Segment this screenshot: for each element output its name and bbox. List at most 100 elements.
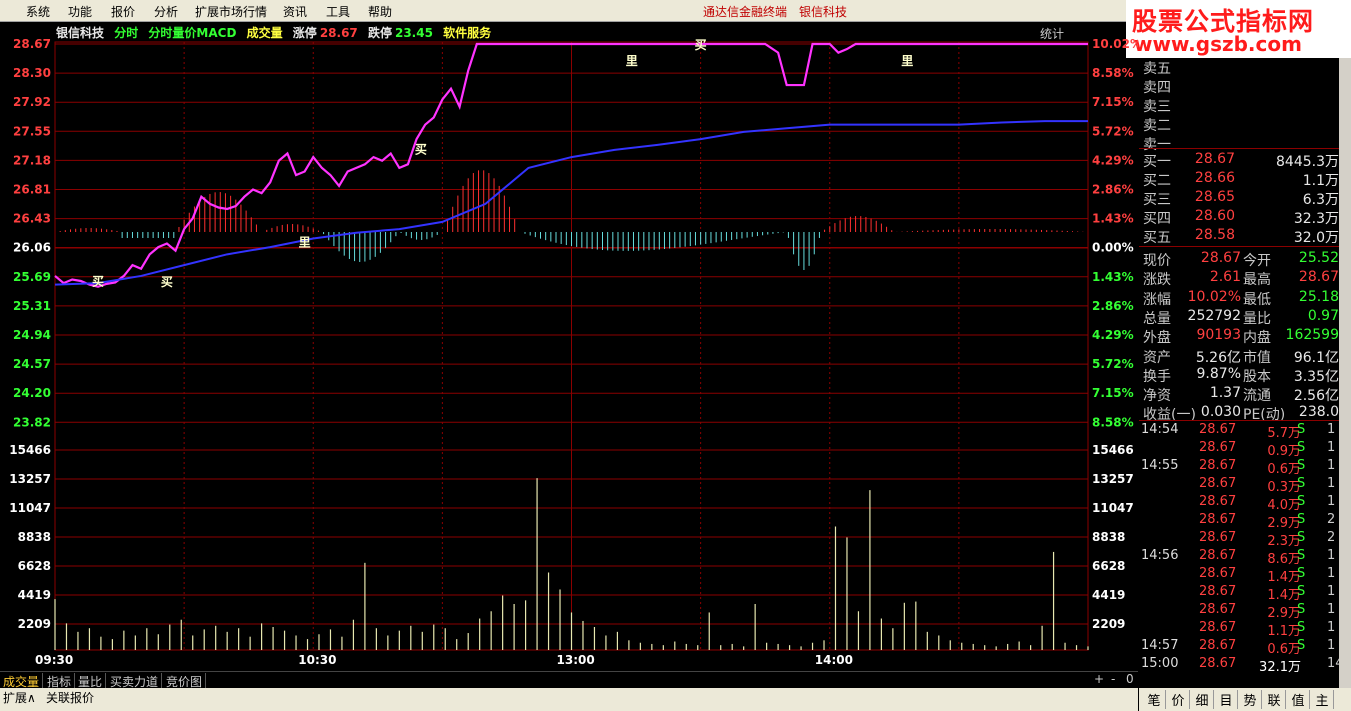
tab-volume[interactable]: 成交量 xyxy=(247,26,283,40)
brand-watermark: 股票公式指标网 www.gszb.com xyxy=(1126,0,1351,58)
related-quote[interactable]: 关联报价 xyxy=(46,689,94,706)
tick-price: 28.67 xyxy=(1199,656,1237,671)
tick-volume: 4.0万 xyxy=(1267,498,1301,513)
tab-price-vol-macd[interactable]: 分时量价MACD xyxy=(148,26,236,40)
side-tab-1[interactable]: 价 xyxy=(1167,690,1190,709)
stat-label: 最低 xyxy=(1243,291,1271,308)
stat-value: 25.18 xyxy=(1298,288,1339,305)
zoom-out-button[interactable]: - xyxy=(1111,672,1115,686)
stat-label: 今开 xyxy=(1243,253,1271,269)
menu-function[interactable]: 功能 xyxy=(68,3,92,20)
tick-row: 28.67 0.3万 S 1 xyxy=(1139,476,1336,495)
zoom-reset-button[interactable]: 0 xyxy=(1126,672,1134,686)
signal-marker: 里 xyxy=(626,53,638,68)
menu-quote[interactable]: 报价 xyxy=(111,3,135,20)
stat-label: 市值 xyxy=(1243,349,1271,366)
stat-value: 2.56亿 xyxy=(1293,388,1339,405)
menu-ext-market[interactable]: 扩展市场行情 xyxy=(195,3,267,20)
pct-axis-label: 5.72% xyxy=(1092,357,1134,371)
menu-tools[interactable]: 工具 xyxy=(326,3,350,20)
buy-level-1[interactable]: 买一 28.67 8445.3万 xyxy=(1143,151,1339,170)
stat-label: 量比 xyxy=(1243,310,1271,327)
tick-side: S xyxy=(1297,440,1306,455)
intraday-chart[interactable]: 28.67 10.02% 28.30 8.58% 27.92 7.15% 27.55 5.72… xyxy=(0,22,1138,670)
extend-toggle[interactable]: 扩展∧ xyxy=(3,689,36,706)
side-tab-7[interactable]: 主 xyxy=(1311,690,1334,709)
sell-level-3[interactable]: 卖三 xyxy=(1143,96,1339,115)
price-axis-label: 28.30 xyxy=(13,66,51,80)
tick-side: S xyxy=(1297,620,1306,635)
side-tab-4[interactable]: 势 xyxy=(1239,690,1262,709)
sell-level-4[interactable]: 卖四 xyxy=(1143,77,1339,96)
stat-row: 总量 252792 量比 0.97 xyxy=(1143,308,1339,327)
tick-price: 28.67 xyxy=(1199,602,1237,617)
right-toolbar[interactable] xyxy=(1339,58,1351,688)
price-axis-label: 27.55 xyxy=(13,124,51,138)
buy-level-4[interactable]: 买四 28.60 32.3万 xyxy=(1143,208,1339,227)
buy-level-3[interactable]: 买三 28.65 6.3万 xyxy=(1143,189,1339,208)
tick-row: 28.67 2.3万 S 2 xyxy=(1139,530,1336,549)
limit-down-label: 跌停 xyxy=(367,26,392,40)
side-tab-5[interactable]: 联 xyxy=(1263,690,1286,709)
side-tab-3[interactable]: 目 xyxy=(1215,690,1238,709)
price-axis-label: 24.94 xyxy=(13,328,51,342)
tick-volume: 1.4万 xyxy=(1267,588,1301,603)
stat-label: 现价 xyxy=(1143,253,1171,269)
tick-volume: 0.9万 xyxy=(1267,444,1301,459)
menu-system[interactable]: 系统 xyxy=(26,3,50,20)
menu-news[interactable]: 资讯 xyxy=(283,3,307,20)
menu-help[interactable]: 帮助 xyxy=(368,3,392,20)
tick-row: 28.67 4.0万 S 1 xyxy=(1139,494,1335,513)
divider xyxy=(1139,420,1339,421)
buy-volume: 32.3万 xyxy=(1293,211,1339,227)
tick-time: 15:00 xyxy=(1141,656,1179,671)
sell-level-1[interactable]: 卖一 xyxy=(1143,134,1339,153)
volume-axis-label-right: 2209 xyxy=(1092,617,1125,631)
tick-time: 14:56 xyxy=(1141,548,1179,563)
tick-count: 1 xyxy=(1327,476,1336,491)
tick-time: 14:55 xyxy=(1141,458,1179,473)
price-axis-label: 25.31 xyxy=(13,299,51,313)
stat-value: 0.030 xyxy=(1200,404,1241,421)
stat-value: 10.02% xyxy=(1187,288,1241,305)
stat-button[interactable]: 统计 xyxy=(1040,25,1064,42)
tick-price: 28.67 xyxy=(1199,494,1237,509)
tick-side: S xyxy=(1297,548,1306,563)
tick-count: 2 xyxy=(1327,512,1336,527)
side-tab-2[interactable]: 细 xyxy=(1191,690,1214,709)
side-tab-6[interactable]: 值 xyxy=(1287,690,1310,709)
tab-intraday[interactable]: 分时 xyxy=(114,26,138,40)
zoom-in-button[interactable]: + xyxy=(1094,672,1104,686)
price-axis-label: 26.81 xyxy=(13,183,51,197)
tick-volume: 0.3万 xyxy=(1267,480,1301,495)
pct-axis-label: 5.72% xyxy=(1092,124,1134,138)
stat-value: 9.87% xyxy=(1196,365,1241,382)
buy-level-2[interactable]: 买二 28.66 1.1万 xyxy=(1143,170,1339,189)
sell-level-2[interactable]: 卖二 xyxy=(1143,115,1339,134)
tick-time: 14:57 xyxy=(1141,638,1179,653)
buy-level-5[interactable]: 买五 28.58 32.0万 xyxy=(1143,227,1339,246)
tick-count: 1 xyxy=(1327,620,1336,635)
tick-price: 28.67 xyxy=(1199,476,1237,491)
volume-axis-label: 13257 xyxy=(9,472,51,486)
tick-row: 15:00 28.67 32.1万 14 xyxy=(1139,656,1344,675)
volume-axis-label: 8838 xyxy=(18,530,51,544)
tick-side: S xyxy=(1297,602,1306,617)
sell-level-5[interactable]: 卖五 xyxy=(1143,58,1339,77)
tick-price: 28.67 xyxy=(1199,566,1237,581)
tick-row: 14:54 28.67 5.7万 S 1 xyxy=(1139,422,1335,441)
tick-list[interactable]: 14:54 28.67 5.7万 S 1 28.67 0.9万 S 1 14:55 28.67 0.6… xyxy=(1139,422,1344,682)
tick-side: S xyxy=(1297,638,1306,653)
tick-count: 2 xyxy=(1327,530,1336,545)
side-tab-0[interactable]: 笔 xyxy=(1143,690,1166,709)
buy-price: 28.65 xyxy=(1194,189,1235,205)
signal-marker: 里 xyxy=(299,234,311,249)
stat-label: 涨幅 xyxy=(1143,291,1171,308)
buy-label: 买三 xyxy=(1143,192,1171,208)
pct-axis-label: 0.00% xyxy=(1092,241,1134,255)
volume-axis-label: 11047 xyxy=(9,501,51,515)
tick-side: S xyxy=(1297,458,1306,473)
stat-value: 3.35亿 xyxy=(1293,368,1339,385)
pct-axis-label: 7.15% xyxy=(1092,95,1134,109)
menu-analysis[interactable]: 分析 xyxy=(154,3,178,20)
